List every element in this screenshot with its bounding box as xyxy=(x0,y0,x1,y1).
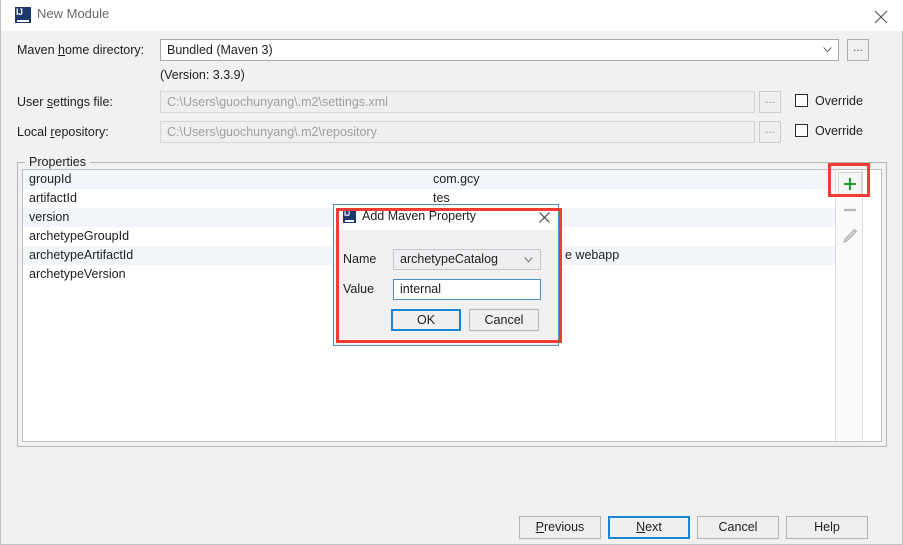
dialog-close-icon[interactable] xyxy=(536,208,554,226)
dialog-name-value: archetypeCatalog xyxy=(400,252,498,266)
user-settings-browse-label: ... xyxy=(764,92,775,106)
local-repository-label: Local repository: xyxy=(17,125,109,139)
dialog-cancel-label: Cancel xyxy=(484,313,524,327)
remove-property-button[interactable] xyxy=(838,198,862,222)
new-module-window: New Module Maven home directory: Bundled… xyxy=(0,0,903,545)
property-key: groupId xyxy=(29,172,72,186)
checkbox-box xyxy=(795,94,808,107)
property-key: archetypeArtifactId xyxy=(29,248,134,262)
add-maven-property-dialog: Add Maven Property Name archetypeCatalog… xyxy=(333,204,559,346)
maven-home-directory-value: Bundled (Maven 3) xyxy=(167,43,273,57)
chevron-down-icon xyxy=(524,257,533,263)
table-row[interactable]: groupId com.gcy xyxy=(23,170,835,189)
property-key: version xyxy=(29,210,70,224)
property-value: com.gcy xyxy=(433,172,480,186)
dialog-value-text: internal xyxy=(400,282,441,296)
help-button[interactable]: Help xyxy=(786,516,868,539)
maven-home-browse-label: ... xyxy=(852,40,863,54)
edit-property-button[interactable] xyxy=(838,224,862,248)
dialog-cancel-button[interactable]: Cancel xyxy=(469,309,539,331)
dialog-ok-label: OK xyxy=(416,313,436,327)
user-settings-file-value: C:\Users\guochunyang\.m2\settings.xml xyxy=(167,95,388,109)
window-title: New Module xyxy=(37,6,110,21)
maven-home-directory-label: Maven home directory: xyxy=(17,43,145,57)
local-repository-input[interactable]: C:\Users\guochunyang\.m2\repository xyxy=(160,121,755,143)
user-settings-override-label: Override xyxy=(815,94,863,108)
local-repository-value: C:\Users\guochunyang\.m2\repository xyxy=(167,125,377,139)
local-repository-override-label: Override xyxy=(815,124,863,138)
user-settings-override-checkbox[interactable]: Override xyxy=(795,94,863,108)
property-key: archetypeVersion xyxy=(29,267,126,281)
window-titlebar: New Module xyxy=(1,0,903,31)
dialog-value-input[interactable]: internal xyxy=(393,279,541,300)
property-key: archetypeGroupId xyxy=(29,229,130,243)
previous-button[interactable]: Previous xyxy=(519,516,601,539)
maven-home-directory-combo[interactable]: Bundled (Maven 3) xyxy=(160,39,839,61)
checkbox-box xyxy=(795,124,808,137)
property-key: artifactId xyxy=(29,191,77,205)
cancel-button-label: Cancel xyxy=(718,520,758,534)
user-settings-file-label: User settings file: xyxy=(17,95,113,109)
maven-version-note: (Version: 3.3.9) xyxy=(160,68,245,82)
help-button-label: Help xyxy=(814,520,840,534)
dialog-ok-button[interactable]: OK xyxy=(391,309,461,331)
maven-home-browse-button[interactable]: ... xyxy=(847,39,869,61)
property-value: e webapp xyxy=(565,248,620,262)
properties-legend: Properties xyxy=(25,155,90,169)
intellij-idea-icon xyxy=(343,209,356,223)
local-repository-browse-button[interactable]: ... xyxy=(759,121,781,143)
chevron-down-icon xyxy=(823,47,832,53)
dialog-titlebar: Add Maven Property xyxy=(334,205,558,230)
dialog-name-combo[interactable]: archetypeCatalog xyxy=(393,249,541,270)
local-repository-browse-label: ... xyxy=(764,122,775,136)
properties-toolbar xyxy=(835,170,863,441)
user-settings-browse-button[interactable]: ... xyxy=(759,91,781,113)
next-button[interactable]: Next xyxy=(608,516,690,539)
intellij-idea-icon xyxy=(15,7,31,23)
dialog-title: Add Maven Property xyxy=(362,209,476,223)
close-icon[interactable] xyxy=(858,0,903,30)
dialog-value-label: Value xyxy=(343,282,375,296)
add-property-button[interactable] xyxy=(838,172,862,196)
user-settings-file-input[interactable]: C:\Users\guochunyang\.m2\settings.xml xyxy=(160,91,755,113)
dialog-name-label: Name xyxy=(343,252,377,266)
local-repository-override-checkbox[interactable]: Override xyxy=(795,124,863,138)
cancel-button[interactable]: Cancel xyxy=(697,516,779,539)
